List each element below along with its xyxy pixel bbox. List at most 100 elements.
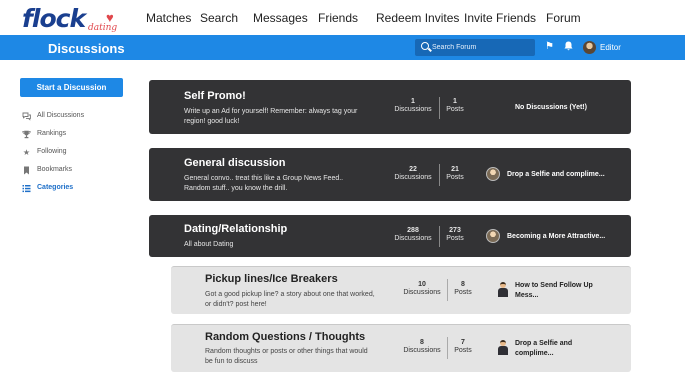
flag-icon[interactable]: ⚑ xyxy=(545,41,554,52)
nav-friends[interactable]: Friends xyxy=(318,11,358,25)
sidebar-item-label: Categories xyxy=(37,184,74,191)
page-title: Discussions xyxy=(48,41,125,56)
latest-discussion[interactable]: Drop a Selfie and complime... xyxy=(515,339,572,359)
discussion-count-value: 288 xyxy=(407,227,419,234)
sidebar-item-label: Following xyxy=(37,148,67,155)
post-count: 7 Posts xyxy=(449,339,477,354)
star-icon: ★ xyxy=(22,148,31,157)
discussion-count: 10 Discussions xyxy=(400,281,444,296)
trophy-icon xyxy=(22,130,31,139)
subcategory-card-pickup-lines[interactable]: Pickup lines/Ice Breakers Got a good pic… xyxy=(171,266,631,314)
stat-divider xyxy=(447,279,448,301)
latest-discussion[interactable]: Becoming a More Attractive... xyxy=(507,232,605,242)
latest-poster-avatar[interactable] xyxy=(486,229,500,243)
post-count: 8 Posts xyxy=(449,281,477,296)
nav-messages[interactable]: Messages xyxy=(253,11,308,25)
sidebar-item-label: Rankings xyxy=(37,130,67,137)
post-count-value: 8 xyxy=(461,281,465,288)
forum-search-box[interactable] xyxy=(415,39,535,56)
category-description-line: or didn't? post here! xyxy=(205,301,267,308)
discussion-count-value: 1 xyxy=(411,98,415,105)
subcategory-card-random-questions[interactable]: Random Questions / Thoughts Random thoug… xyxy=(171,324,631,372)
latest-discussion: No Discussions (Yet!) xyxy=(515,104,587,111)
discussion-count-label: Discussions xyxy=(403,347,441,354)
nav-forum[interactable]: Forum xyxy=(546,11,581,25)
discussion-count-value: 8 xyxy=(420,339,424,346)
category-description: Write up an Ad for yourself! Remember: a… xyxy=(184,107,357,127)
nav-invite-friends[interactable]: Invite Friends xyxy=(464,11,536,25)
post-count-value: 1 xyxy=(453,98,457,105)
stat-divider xyxy=(439,226,440,247)
category-description-line: Got a good pickup line? a story about on… xyxy=(205,291,375,298)
username[interactable]: Editor xyxy=(600,43,621,52)
discussion-count-label: Discussions xyxy=(394,235,432,242)
bell-icon[interactable] xyxy=(564,41,573,54)
logo-text: flock xyxy=(22,4,86,33)
category-card-self-promo[interactable]: Self Promo! Write up an Ad for yourself!… xyxy=(149,80,631,134)
category-description-line: region! good luck! xyxy=(184,118,240,125)
category-title[interactable]: Pickup lines/Ice Breakers xyxy=(205,273,338,285)
stat-divider xyxy=(447,337,448,359)
latest-discussion-line: Drop a Selfie and xyxy=(515,340,573,347)
category-description-line: be fun to discuss xyxy=(205,358,258,365)
discussion-count-value: 10 xyxy=(418,281,426,288)
post-count: 273 Posts xyxy=(441,227,469,242)
logo-subtext: dating xyxy=(88,23,118,33)
latest-discussion[interactable]: Drop a Selfie and complime... xyxy=(507,170,605,180)
discussion-count: 8 Discussions xyxy=(400,339,444,354)
stat-divider xyxy=(439,97,440,119)
user-avatar[interactable] xyxy=(583,41,596,54)
discussion-count: 1 Discussions xyxy=(390,98,436,113)
post-count-label: Posts xyxy=(454,347,472,354)
category-title[interactable]: General discussion xyxy=(184,157,285,169)
bookmark-icon xyxy=(22,166,31,175)
avatar-body xyxy=(498,288,508,297)
post-count-value: 21 xyxy=(451,166,459,173)
post-count: 1 Posts xyxy=(441,98,469,113)
category-description-line: Write up an Ad for yourself! Remember: a… xyxy=(184,108,358,115)
category-description-line: Random thoughts or posts or other things… xyxy=(205,348,368,355)
discussion-count-label: Discussions xyxy=(403,289,441,296)
discussion-count-label: Discussions xyxy=(394,106,432,113)
latest-discussion-line: complime... xyxy=(515,350,554,357)
post-count-value: 7 xyxy=(461,339,465,346)
latest-poster-avatar[interactable] xyxy=(497,282,508,298)
category-description: All about Dating xyxy=(184,241,234,248)
category-card-general-discussion[interactable]: General discussion General convo.. treat… xyxy=(149,148,631,201)
latest-poster-avatar[interactable] xyxy=(486,167,500,181)
top-navbar: flock ♥ dating Matches Search Messages F… xyxy=(0,0,685,36)
post-count: 21 Posts xyxy=(441,166,469,181)
post-count-label: Posts xyxy=(454,289,472,296)
post-count-label: Posts xyxy=(446,174,464,181)
discussions-header-bar: Discussions ⚑ Editor xyxy=(0,35,685,60)
nav-matches[interactable]: Matches xyxy=(146,11,191,25)
post-count-value: 273 xyxy=(449,227,461,234)
nav-search[interactable]: Search xyxy=(200,11,238,25)
category-title[interactable]: Random Questions / Thoughts xyxy=(205,331,365,343)
latest-discussion[interactable]: How to Send Follow Up Mess... xyxy=(515,281,593,301)
category-title[interactable]: Dating/Relationship xyxy=(184,223,287,235)
discussion-count: 22 Discussions xyxy=(390,166,436,181)
latest-discussion-line: Mess... xyxy=(515,292,539,299)
latest-discussion-line: How to Send Follow Up xyxy=(515,282,593,289)
nav-redeem-invites[interactable]: Redeem Invites xyxy=(376,11,459,25)
avatar-body xyxy=(498,346,508,355)
latest-poster-avatar[interactable] xyxy=(497,340,508,356)
chat-bubbles-icon xyxy=(22,112,31,121)
category-description-line: General convo.. treat this like a Group … xyxy=(184,175,344,182)
forum-search-input[interactable] xyxy=(432,41,532,54)
sidebar-item-label: Bookmarks xyxy=(37,166,73,173)
stat-divider xyxy=(439,164,440,186)
category-description: Random thoughts or posts or other things… xyxy=(205,347,368,367)
sidebar-item-label: All Discussions xyxy=(37,112,85,119)
category-description: Got a good pickup line? a story about on… xyxy=(205,290,375,310)
post-count-label: Posts xyxy=(446,235,464,242)
discussion-count-label: Discussions xyxy=(394,174,432,181)
post-count-label: Posts xyxy=(446,106,464,113)
category-title[interactable]: Self Promo! xyxy=(184,90,246,102)
start-discussion-button[interactable]: Start a Discussion xyxy=(20,78,123,97)
discussion-count-value: 22 xyxy=(409,166,417,173)
category-card-dating-relationship[interactable]: Dating/Relationship All about Dating 288… xyxy=(149,215,631,257)
category-description: General convo.. treat this like a Group … xyxy=(184,174,343,194)
search-icon xyxy=(421,42,429,50)
